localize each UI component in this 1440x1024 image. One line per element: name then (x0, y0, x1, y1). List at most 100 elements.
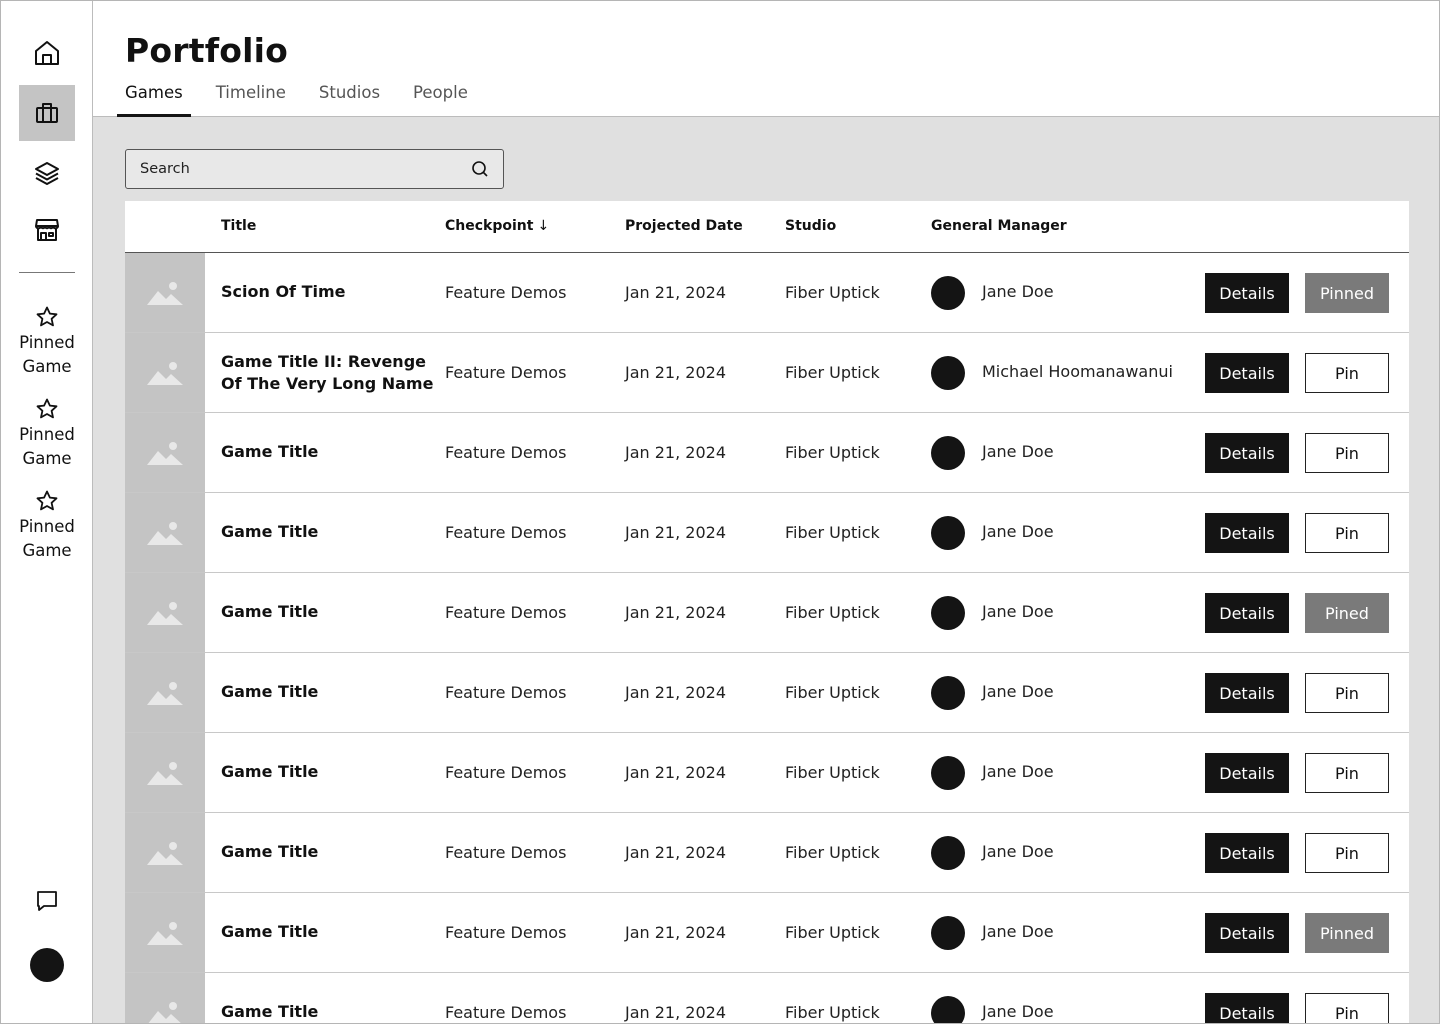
chat-button[interactable] (34, 888, 60, 914)
game-title[interactable]: Game Title (221, 601, 436, 623)
pinned-button[interactable]: Pinned (1305, 913, 1389, 953)
column-header-checkpoint[interactable]: Checkpoint ↓ (445, 218, 549, 234)
game-title[interactable]: Scion Of Time (221, 281, 436, 303)
tab-studios[interactable]: Studios (311, 81, 388, 117)
details-button[interactable]: Details (1205, 273, 1289, 313)
pin-button[interactable]: Pin (1305, 513, 1389, 553)
column-header-title[interactable]: Title (221, 218, 256, 234)
details-button[interactable]: Details (1205, 433, 1289, 473)
search-icon[interactable] (471, 160, 489, 178)
details-button[interactable]: Details (1205, 593, 1289, 633)
sidebar-divider (19, 272, 75, 273)
home-icon (35, 41, 59, 65)
game-title[interactable]: Game Title II: Revenge Of The Very Long … (221, 351, 436, 395)
nav-layers[interactable] (19, 145, 75, 201)
details-button[interactable]: Details (1205, 353, 1289, 393)
table-row[interactable]: Game Title Feature Demos Jan 21, 2024 Fi… (125, 973, 1409, 1023)
tab-timeline[interactable]: Timeline (208, 81, 294, 117)
manager-avatar (931, 916, 965, 950)
projected-date-cell: Jan 21, 2024 (625, 523, 726, 542)
game-thumbnail (125, 573, 205, 652)
table-row[interactable]: Game Title Feature Demos Jan 21, 2024 Fi… (125, 573, 1409, 653)
table-row[interactable]: Game Title Feature Demos Jan 21, 2024 Fi… (125, 733, 1409, 813)
projected-date-cell: Jan 21, 2024 (625, 443, 726, 462)
details-button[interactable]: Details (1205, 833, 1289, 873)
details-button[interactable]: Details (1205, 673, 1289, 713)
general-manager-cell: Jane Doe (982, 922, 1054, 941)
page-title: Portfolio (125, 31, 289, 70)
star-icon (36, 490, 58, 511)
projected-date-cell: Jan 21, 2024 (625, 1003, 726, 1022)
projected-date-cell: Jan 21, 2024 (625, 683, 726, 702)
sort-down-icon[interactable]: ↓ (537, 218, 549, 234)
studio-cell: Fiber Uptick (785, 603, 880, 622)
nav-home[interactable] (19, 25, 75, 81)
sidebar: Pinned Game Pinned Game Pinned Game (1, 1, 93, 1023)
image-placeholder-icon (147, 281, 183, 305)
table-row[interactable]: Game Title Feature Demos Jan 21, 2024 Fi… (125, 413, 1409, 493)
games-table: Title Checkpoint ↓ Projected Date Studio … (125, 201, 1409, 1023)
general-manager-cell: Jane Doe (982, 602, 1054, 621)
nav-portfolio[interactable] (19, 85, 75, 141)
table-row[interactable]: Game Title Feature Demos Jan 21, 2024 Fi… (125, 893, 1409, 973)
nav-store[interactable] (19, 201, 75, 257)
pinned-game-1[interactable]: Pinned Game (1, 305, 93, 379)
game-thumbnail (125, 813, 205, 892)
tab-games[interactable]: Games (117, 81, 191, 117)
general-manager-cell: Jane Doe (982, 522, 1054, 541)
game-title[interactable]: Game Title (221, 921, 436, 943)
table-row[interactable]: Game Title Feature Demos Jan 21, 2024 Fi… (125, 813, 1409, 893)
pinned-game-2[interactable]: Pinned Game (1, 397, 93, 471)
column-header-studio[interactable]: Studio (785, 218, 836, 234)
tab-people[interactable]: People (405, 81, 476, 117)
manager-avatar (931, 596, 965, 630)
search-input[interactable] (140, 161, 471, 177)
game-title[interactable]: Game Title (221, 1001, 436, 1023)
table-row[interactable]: Scion Of Time Feature Demos Jan 21, 2024… (125, 253, 1409, 333)
manager-avatar (931, 996, 965, 1023)
game-title[interactable]: Game Title (221, 441, 436, 463)
pinned-game-label: Pinned Game (19, 517, 75, 560)
details-button[interactable]: Details (1205, 753, 1289, 793)
table-row[interactable]: Game Title II: Revenge Of The Very Long … (125, 333, 1409, 413)
details-button[interactable]: Details (1205, 993, 1289, 1023)
store-icon (35, 219, 59, 241)
image-placeholder-icon (147, 441, 183, 465)
game-title[interactable]: Game Title (221, 521, 436, 543)
table-row[interactable]: Game Title Feature Demos Jan 21, 2024 Fi… (125, 493, 1409, 573)
details-button[interactable]: Details (1205, 913, 1289, 953)
pinned-game-3[interactable]: Pinned Game (1, 489, 93, 563)
search-box[interactable] (125, 149, 504, 189)
pin-button[interactable]: Pin (1305, 993, 1389, 1023)
table-body: Scion Of Time Feature Demos Jan 21, 2024… (125, 253, 1409, 1023)
image-placeholder-icon (147, 601, 183, 625)
game-title[interactable]: Game Title (221, 841, 436, 863)
studio-cell: Fiber Uptick (785, 763, 880, 782)
pinned-button[interactable]: Pined (1305, 593, 1389, 633)
game-title[interactable]: Game Title (221, 761, 436, 783)
pin-button[interactable]: Pin (1305, 833, 1389, 873)
user-avatar[interactable] (30, 948, 64, 982)
game-thumbnail (125, 253, 205, 332)
studio-cell: Fiber Uptick (785, 843, 880, 862)
general-manager-cell: Jane Doe (982, 842, 1054, 861)
manager-avatar (931, 756, 965, 790)
table-row[interactable]: Game Title Feature Demos Jan 21, 2024 Fi… (125, 653, 1409, 733)
pin-button[interactable]: Pin (1305, 753, 1389, 793)
general-manager-cell: Jane Doe (982, 442, 1054, 461)
studio-cell: Fiber Uptick (785, 1003, 880, 1022)
general-manager-cell: Jane Doe (982, 1002, 1054, 1021)
pin-button[interactable]: Pin (1305, 353, 1389, 393)
projected-date-cell: Jan 21, 2024 (625, 603, 726, 622)
pin-button[interactable]: Pin (1305, 673, 1389, 713)
manager-avatar (931, 676, 965, 710)
pin-button[interactable]: Pin (1305, 433, 1389, 473)
checkpoint-cell: Feature Demos (445, 843, 567, 862)
details-button[interactable]: Details (1205, 513, 1289, 553)
column-header-projected-date[interactable]: Projected Date (625, 218, 743, 234)
column-header-general-manager[interactable]: General Manager (931, 218, 1067, 234)
checkpoint-cell: Feature Demos (445, 603, 567, 622)
pinned-button[interactable]: Pinned (1305, 273, 1389, 313)
studio-cell: Fiber Uptick (785, 523, 880, 542)
game-title[interactable]: Game Title (221, 681, 436, 703)
